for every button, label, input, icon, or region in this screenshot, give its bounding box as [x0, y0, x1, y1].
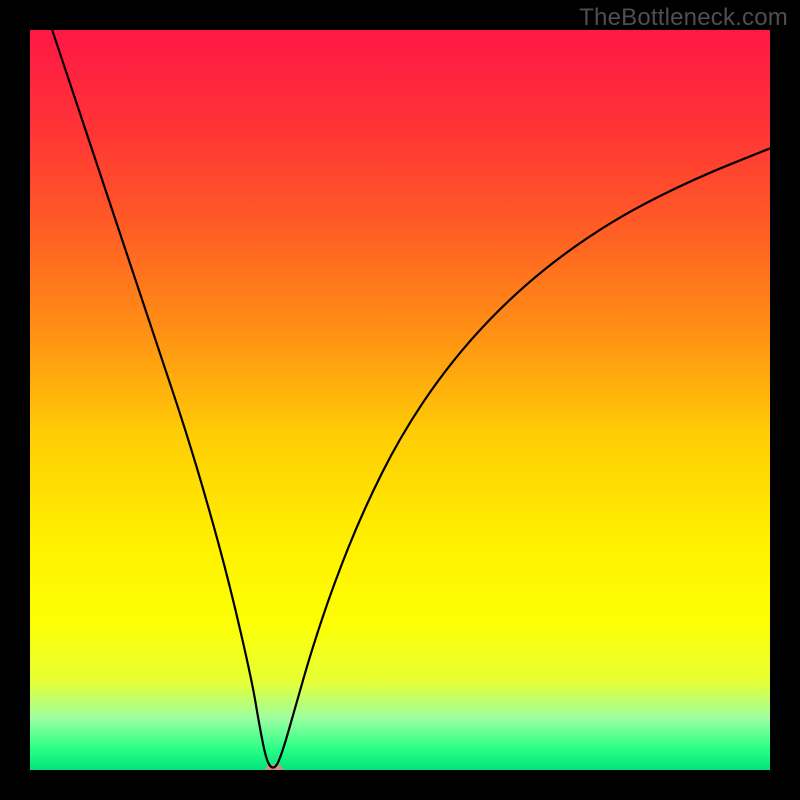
watermark-text: TheBottleneck.com: [579, 4, 788, 32]
plot-area: [30, 30, 770, 770]
gradient-background: [30, 30, 770, 770]
chart-stage: TheBottleneck.com: [0, 0, 800, 800]
bottleneck-chart: [30, 30, 770, 770]
